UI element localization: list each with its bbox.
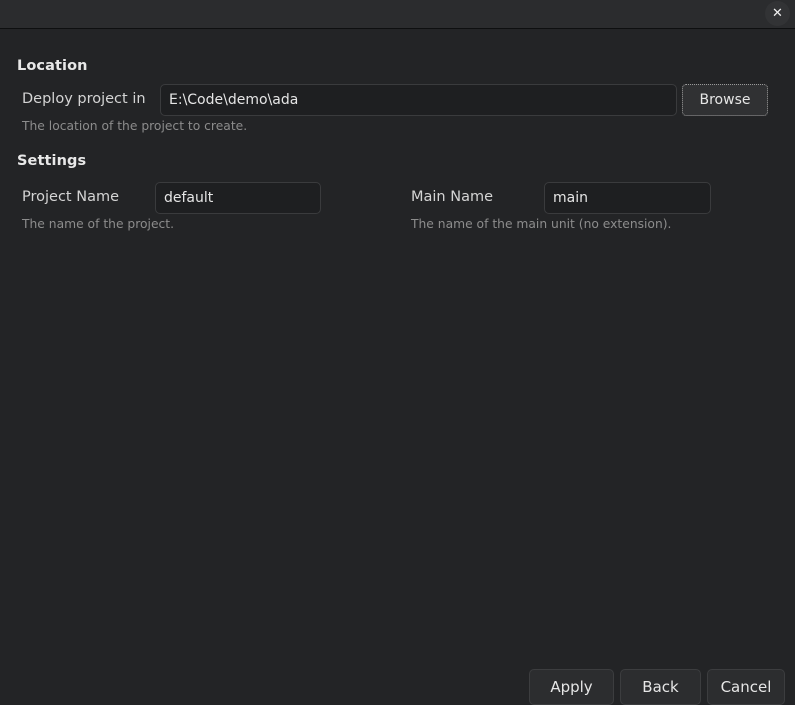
location-help-text: The location of the project to create. xyxy=(22,119,248,133)
dialog-body: Location Deploy project in Browse The lo… xyxy=(0,29,795,705)
main-name-help-text: The name of the main unit (no extension)… xyxy=(411,217,672,231)
project-name-label: Project Name xyxy=(22,189,119,205)
project-name-input[interactable] xyxy=(155,182,321,214)
browse-button[interactable]: Browse xyxy=(682,84,768,116)
location-section-heading: Location xyxy=(17,58,88,74)
settings-section-heading: Settings xyxy=(17,153,87,169)
back-button[interactable]: Back xyxy=(620,669,701,705)
apply-button[interactable]: Apply xyxy=(529,669,614,705)
main-name-label: Main Name xyxy=(411,189,494,205)
deploy-path-label: Deploy project in xyxy=(22,91,146,107)
main-name-input[interactable] xyxy=(544,182,711,214)
close-icon[interactable]: ✕ xyxy=(765,1,790,26)
deploy-path-input[interactable] xyxy=(160,84,677,116)
project-wizard-dialog: ✕ Location Deploy project in Browse The … xyxy=(0,0,795,705)
project-name-help-text: The name of the project. xyxy=(22,217,174,231)
cancel-button[interactable]: Cancel xyxy=(707,669,785,705)
title-bar: ✕ xyxy=(0,0,795,29)
